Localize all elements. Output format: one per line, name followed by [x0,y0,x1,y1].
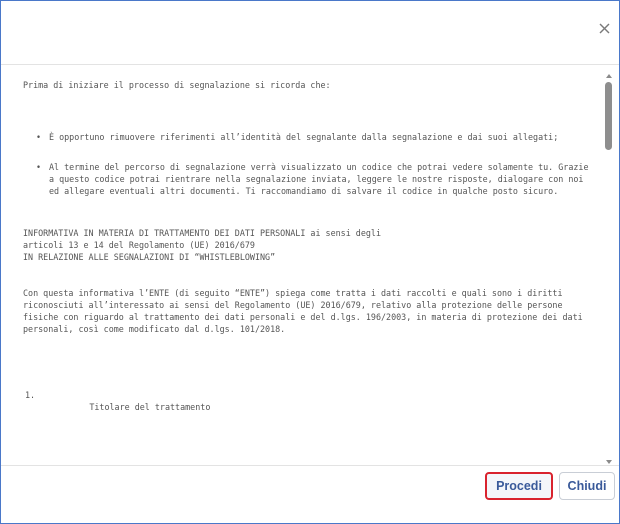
dialog-content: Prima di iniziare il processo di segnala… [23,79,591,425]
section-number: 1. [25,390,36,400]
informativa-title-line-2: articoli 13 e 14 del Regolamento (UE) 20… [23,240,255,250]
close-button[interactable] [597,21,613,37]
list-item: • Al termine del percorso di segnalazion… [23,161,591,197]
reminder-list: • È opportuno rimuovere riferimenti all’… [23,131,591,197]
vertical-scrollbar[interactable] [603,65,615,465]
bullet-icon: • [36,132,42,142]
intro-text: Prima di iniziare il processo di segnala… [23,80,331,90]
privacy-dialog: Prima di iniziare il processo di segnala… [0,0,620,524]
dialog-footer: Procedi Chiudi [1,466,619,523]
section-title: Titolare del trattamento [89,402,211,412]
scroll-thumb[interactable] [605,82,612,150]
dialog-header [1,1,619,65]
list-item: • È opportuno rimuovere riferimenti all’… [23,131,591,143]
bullet-text: È opportuno rimuovere riferimenti all’id… [49,132,559,142]
informativa-title-line-1: INFORMATIVA IN MATERIA DI TRATTAMENTO DE… [23,228,381,238]
proceed-button[interactable]: Procedi [485,472,553,500]
close-icon [599,23,610,34]
informativa-paragraph: Con questa informativa l’ENTE (di seguit… [23,288,588,334]
close-dialog-button[interactable]: Chiudi [559,472,615,500]
bullet-icon: • [36,162,42,172]
scroll-up-arrow-icon[interactable] [606,74,612,78]
scroll-down-arrow-icon[interactable] [606,460,612,464]
dialog-body[interactable]: Prima di iniziare il processo di segnala… [1,65,619,466]
informativa-title-line-3: IN RELAZIONE ALLE SEGNALAZIONI DI “WHIST… [23,252,276,262]
section-heading: 1. Titolare del trattamento [23,377,591,425]
bullet-text: Al termine del percorso di segnalazione … [49,162,589,196]
